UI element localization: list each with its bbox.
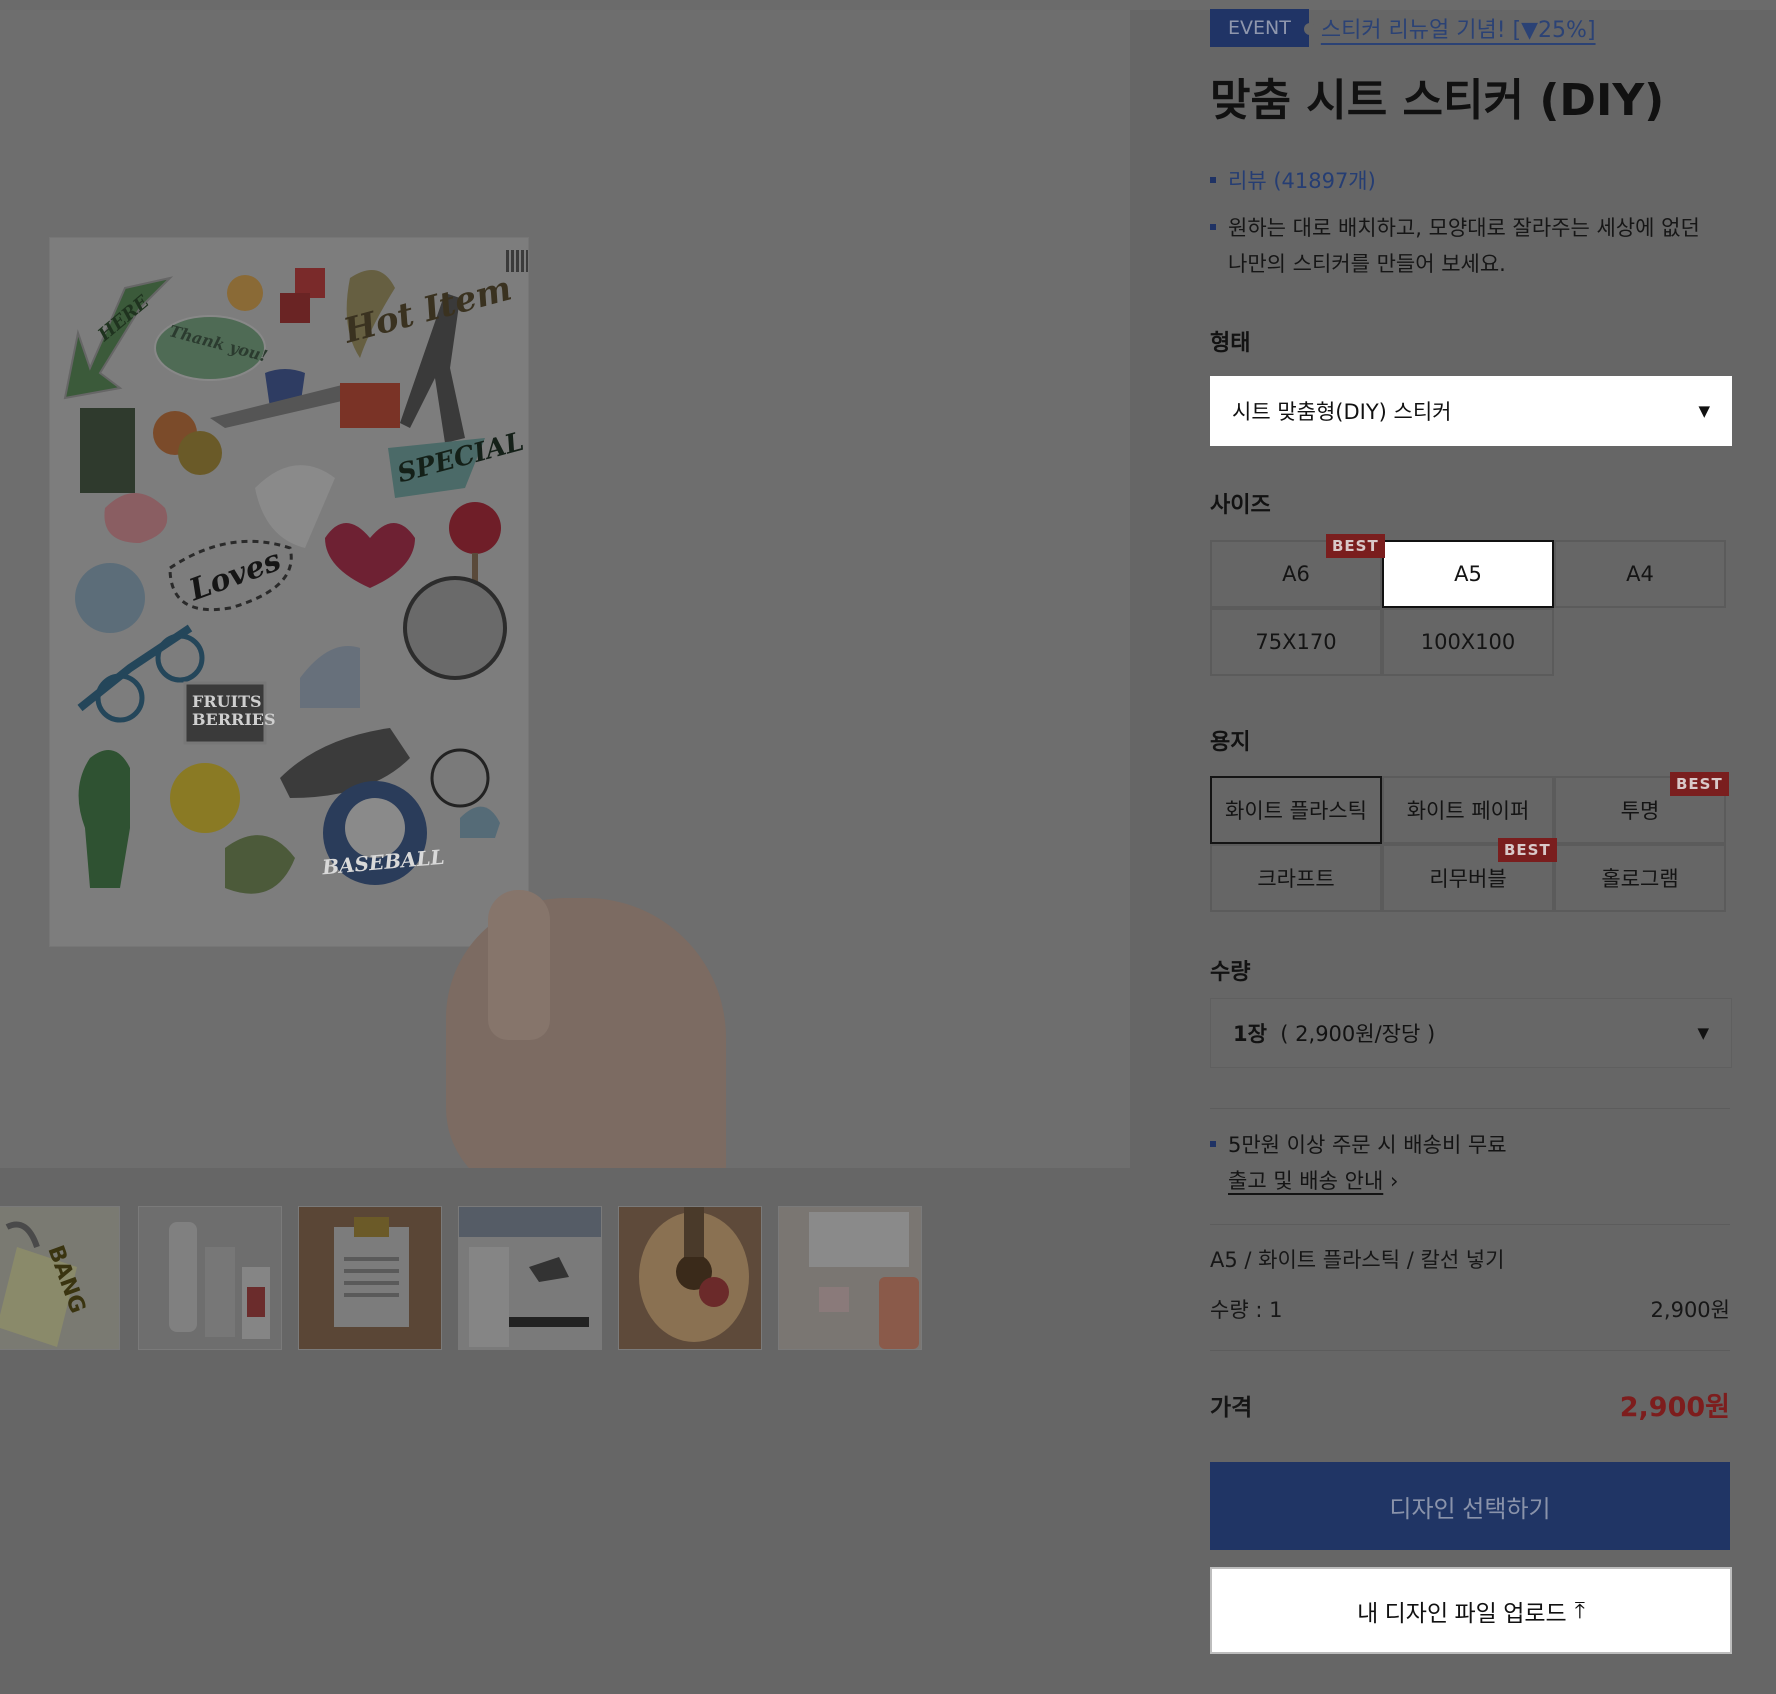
size-option-a4[interactable]: A4 [1554,540,1726,608]
quantity-select-value: 1장 ( 2,900원/장당 ) [1233,1022,1436,1046]
free-shipping-notice: 5만원 이상 주문 시 배송비 무료 [1228,1133,1507,1157]
sticker-sheet: HERE Thank you! Hot Item SPECIAL Loves F… [50,238,528,946]
size-label: 사이즈 [1210,493,1271,518]
price-row: 가격 2,900원 [1210,1385,1730,1424]
paper-option-kraft[interactable]: 크라프트 [1210,844,1382,912]
size-option-a5[interactable]: A5 [1382,540,1554,608]
thumbnail-4[interactable] [458,1206,602,1350]
thumbnail-3[interactable] [298,1206,442,1350]
quantity-label: 수량 [1210,960,1251,985]
summary-quantity: 수량 : 1 [1210,1298,1283,1322]
caret-down-icon: ▼ [1698,402,1710,420]
selected-options-summary: A5 / 화이트 플라스틱 / 칼선 넣기 [1210,1248,1505,1272]
paper-option-white-paper[interactable]: 화이트 페이퍼 [1382,776,1554,844]
summary-quantity-row: 수량 : 1 2,900원 [1210,1294,1730,1324]
shipping-guide-link[interactable]: 출고 및 배송 안내 [1228,1169,1383,1193]
paper-option-white-plastic[interactable]: 화이트 플라스틱 [1210,776,1382,844]
select-design-button[interactable]: 디자인 선택하기 [1210,1462,1730,1550]
description-line-2: 나만의 스티커를 만들어 보세요. [1228,252,1506,276]
shape-select[interactable]: 시트 맞춤형(DIY) 스티커 ▼ [1210,376,1732,446]
thumbnail-1[interactable]: BANG [0,1206,120,1350]
upload-design-button[interactable]: 내 디자인 파일 업로드 ⤒ [1210,1567,1732,1654]
description-line-1: 원하는 대로 배치하고, 모양대로 잘라주는 세상에 없던 [1228,216,1700,240]
event-badge: EVENT [1210,9,1316,47]
total-price: 2,900원 [1619,1392,1730,1423]
product-main-image[interactable]: HERE Thank you! Hot Item SPECIAL Loves F… [0,10,1130,1168]
product-title: 맞춤 시트 스티커 (DIY) [1210,75,1665,126]
thumbnail-strip: BANG [0,1206,930,1350]
upload-design-label: 내 디자인 파일 업로드 [1357,1599,1567,1626]
divider [1210,1224,1730,1225]
event-banner: EVENT 스티커 리뉴얼 기념! [▼25%] [1210,8,1596,48]
best-badge-transparent: BEST [1670,772,1729,796]
thumbnail-2[interactable] [138,1206,282,1350]
price-label: 가격 [1210,1394,1253,1421]
quantity-select[interactable]: 1장 ( 2,900원/장당 ) ▼ [1210,998,1732,1068]
bullet-icon [1210,1141,1216,1147]
shape-select-value: 시트 맞춤형(DIY) 스티커 [1232,400,1452,424]
sticker-artwork [63,268,507,894]
size-option-100x100[interactable]: 100X100 [1382,608,1554,676]
event-link[interactable]: 스티커 리뉴얼 기념! [▼25%] [1321,12,1596,44]
caret-down-icon: ▼ [1697,1024,1709,1042]
review-link[interactable]: 리뷰 (41897개) [1210,163,1376,199]
divider [1210,1108,1730,1109]
paper-option-hologram[interactable]: 홀로그램 [1554,844,1726,912]
review-count-text[interactable]: 리뷰 (41897개) [1228,163,1376,199]
chevron-right-icon: › [1389,1169,1399,1193]
thumb-finger-image [488,890,550,1040]
paper-label: 용지 [1210,730,1251,755]
best-badge-a5: BEST [1326,534,1385,558]
sticker-fruits-berries: FRUITS BERRIES [192,692,276,729]
size-option-75x170[interactable]: 75X170 [1210,608,1382,676]
product-description: 원하는 대로 배치하고, 모양대로 잘라주는 세상에 없던 나만의 스티커를 만… [1210,210,1730,282]
best-badge-removable: BEST [1498,838,1557,862]
divider [1210,1350,1730,1351]
shape-label: 형태 [1210,331,1251,356]
upload-icon: ⤒ [1574,1597,1585,1623]
qr-code-icon [506,250,528,272]
summary-quantity-price: 2,900원 [1650,1298,1730,1322]
bullet-icon [1210,177,1216,183]
bullet-icon [1210,224,1216,230]
shipping-info: 5만원 이상 주문 시 배송비 무료 출고 및 배송 안내 › [1210,1127,1507,1199]
thumbnail-5[interactable] [618,1206,762,1350]
thumbnail-6[interactable] [778,1206,922,1350]
